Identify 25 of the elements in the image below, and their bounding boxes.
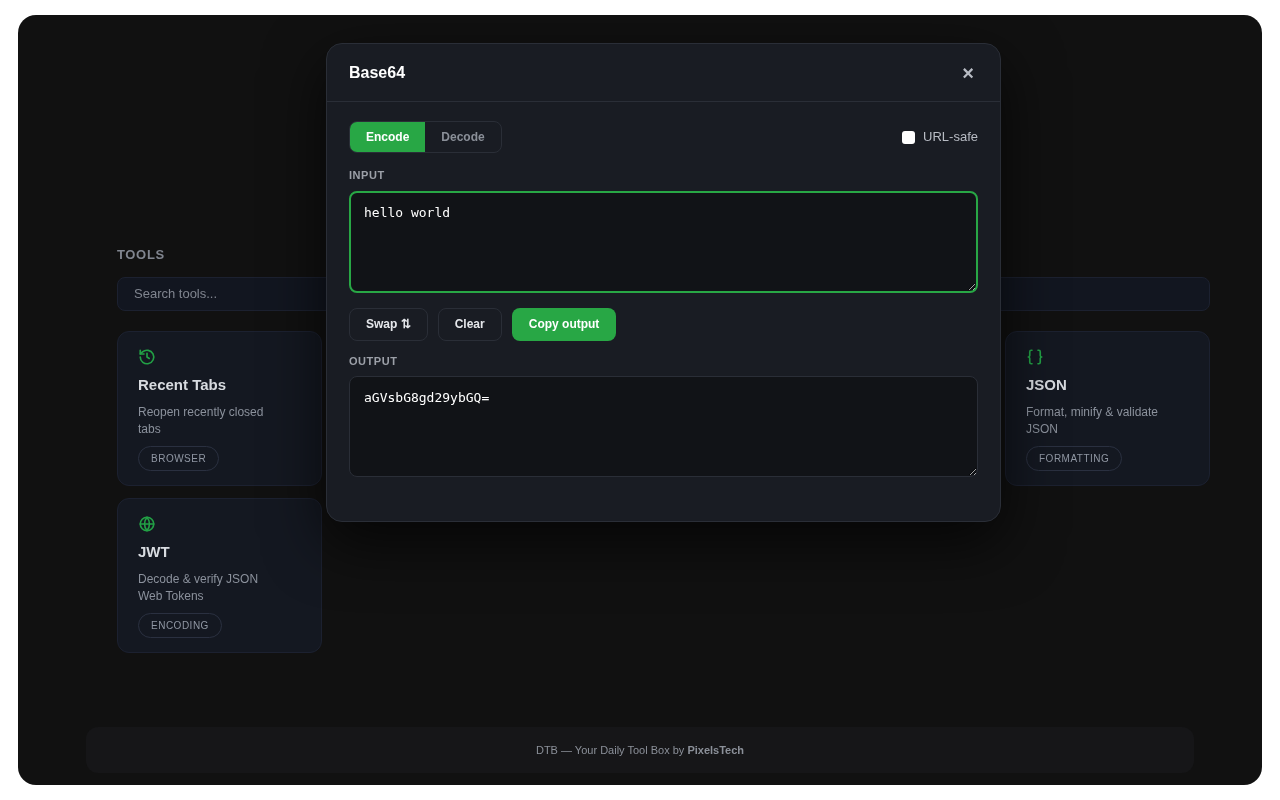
checkbox[interactable] — [902, 130, 916, 144]
history-icon — [138, 347, 156, 366]
tool-card[interactable]: Recent Tabs Reopen recently closed tabs BROWSER — [117, 330, 322, 486]
card-title: Recent Tabs — [138, 374, 227, 395]
card-title: JSON — [1026, 374, 1067, 395]
tool-card[interactable]: JSON Format, minify & validate JSON FORMATTING — [1005, 330, 1210, 486]
dialog-title: Base64 — [349, 62, 406, 83]
output-field[interactable]: aGVsbG8gd29ybGQ= — [349, 376, 978, 477]
close-button[interactable]: × — [958, 62, 978, 83]
globe-icon — [138, 514, 156, 533]
card-description: Format, minify & validate JSON — [1026, 404, 1160, 438]
mode-tab[interactable]: Decode — [425, 122, 501, 152]
field-label: INPUT — [349, 168, 386, 183]
section-title: TOOLS — [117, 246, 166, 264]
card-title: JWT — [138, 541, 170, 562]
input-field[interactable]: hello world — [349, 190, 978, 293]
card-description: Reopen recently closed tabs — [138, 404, 265, 438]
card-description: Decode & verify JSON Web Tokens — [138, 571, 260, 605]
braces-icon — [1026, 347, 1044, 366]
action-button[interactable]: Clear — [437, 307, 502, 341]
checkbox-label: URL-safe — [923, 128, 978, 147]
field-label: OUTPUT — [349, 353, 399, 369]
action-button[interactable]: Swap ⇅ — [349, 307, 428, 341]
tool-card[interactable]: JWT Decode & verify JSON Web Tokens ENCODING — [117, 497, 322, 653]
footer-text: DTB — Your Daily Tool Box by PixelsTech — [535, 742, 745, 758]
